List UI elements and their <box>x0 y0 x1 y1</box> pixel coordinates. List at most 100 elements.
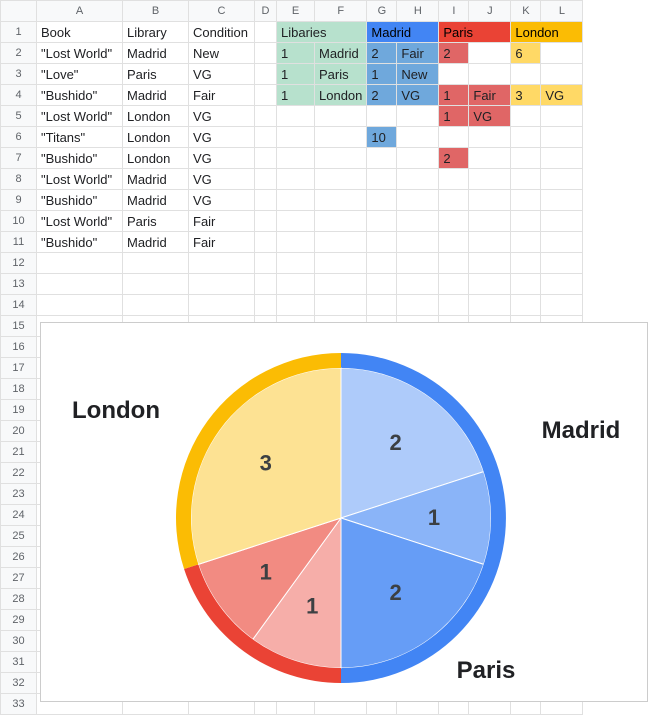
cell-K6[interactable] <box>511 127 541 148</box>
cell-I3[interactable] <box>439 64 469 85</box>
cell-B2[interactable]: Madrid <box>123 43 189 64</box>
cell-L9[interactable] <box>541 190 583 211</box>
cell-L2[interactable] <box>541 43 583 64</box>
cell-F3[interactable]: Paris <box>315 64 367 85</box>
row-header[interactable]: 7 <box>1 148 37 169</box>
row-header[interactable]: 27 <box>1 568 37 589</box>
row-header[interactable]: 2 <box>1 43 37 64</box>
col-header[interactable]: L <box>541 1 583 22</box>
cell-H7[interactable] <box>397 148 439 169</box>
cell-G5[interactable] <box>367 106 397 127</box>
cell-L11[interactable] <box>541 232 583 253</box>
cell-J13[interactable] <box>469 274 511 295</box>
row-header[interactable]: 20 <box>1 421 37 442</box>
col-header[interactable]: E <box>277 1 315 22</box>
cell-G11[interactable] <box>367 232 397 253</box>
cell-J8[interactable] <box>469 169 511 190</box>
cell-B6[interactable]: London <box>123 127 189 148</box>
cell-A13[interactable] <box>37 274 123 295</box>
cell-H12[interactable] <box>397 253 439 274</box>
cell-B1[interactable]: Library <box>123 22 189 43</box>
cell-J7[interactable] <box>469 148 511 169</box>
cell-D9[interactable] <box>255 190 277 211</box>
row-header[interactable]: 8 <box>1 169 37 190</box>
cell-C2[interactable]: New <box>189 43 255 64</box>
row-header[interactable]: 12 <box>1 253 37 274</box>
row-header[interactable]: 9 <box>1 190 37 211</box>
col-header[interactable]: B <box>123 1 189 22</box>
cell-I9[interactable] <box>439 190 469 211</box>
row-header[interactable]: 26 <box>1 547 37 568</box>
cell-I13[interactable] <box>439 274 469 295</box>
cell-F10[interactable] <box>315 211 367 232</box>
cell-L7[interactable] <box>541 148 583 169</box>
cell-C5[interactable]: VG <box>189 106 255 127</box>
cell-G2[interactable]: 2 <box>367 43 397 64</box>
cell-G12[interactable] <box>367 253 397 274</box>
cell-H5[interactable] <box>397 106 439 127</box>
cell-H13[interactable] <box>397 274 439 295</box>
row-header[interactable]: 4 <box>1 85 37 106</box>
cell-I8[interactable] <box>439 169 469 190</box>
cell-B12[interactable] <box>123 253 189 274</box>
row-header[interactable]: 28 <box>1 589 37 610</box>
cell-E11[interactable] <box>277 232 315 253</box>
cell-J14[interactable] <box>469 295 511 316</box>
cell-E4[interactable]: 1 <box>277 85 315 106</box>
cell-L4[interactable]: VG <box>541 85 583 106</box>
cell-L12[interactable] <box>541 253 583 274</box>
cell-A10[interactable]: "Lost World" <box>37 211 123 232</box>
cell-D10[interactable] <box>255 211 277 232</box>
cell-G6[interactable]: 10 <box>367 127 397 148</box>
cell-D2[interactable] <box>255 43 277 64</box>
cell-H8[interactable] <box>397 169 439 190</box>
cell-C13[interactable] <box>189 274 255 295</box>
cell-K9[interactable] <box>511 190 541 211</box>
cell-A4[interactable]: "Bushido" <box>37 85 123 106</box>
col-header[interactable]: J <box>469 1 511 22</box>
cell-D4[interactable] <box>255 85 277 106</box>
cell-A12[interactable] <box>37 253 123 274</box>
cell-A2[interactable]: "Lost World" <box>37 43 123 64</box>
cell-K14[interactable] <box>511 295 541 316</box>
cell-K2[interactable]: 6 <box>511 43 541 64</box>
cell-A6[interactable]: "Titans" <box>37 127 123 148</box>
cell-I14[interactable] <box>439 295 469 316</box>
cell-F4[interactable]: London <box>315 85 367 106</box>
cell-E6[interactable] <box>277 127 315 148</box>
cell-G3[interactable]: 1 <box>367 64 397 85</box>
cell-H4[interactable]: VG <box>397 85 439 106</box>
row-header[interactable]: 13 <box>1 274 37 295</box>
cell-F14[interactable] <box>315 295 367 316</box>
row-header[interactable]: 23 <box>1 484 37 505</box>
cell-A8[interactable]: "Lost World" <box>37 169 123 190</box>
cell-C8[interactable]: VG <box>189 169 255 190</box>
cell-H2[interactable]: Fair <box>397 43 439 64</box>
cell-D13[interactable] <box>255 274 277 295</box>
cell-B11[interactable]: Madrid <box>123 232 189 253</box>
cell-J5[interactable]: VG <box>469 106 511 127</box>
cell-D6[interactable] <box>255 127 277 148</box>
cell-E7[interactable] <box>277 148 315 169</box>
cell-I10[interactable] <box>439 211 469 232</box>
cell-C4[interactable]: Fair <box>189 85 255 106</box>
cell-J9[interactable] <box>469 190 511 211</box>
row-header[interactable]: 11 <box>1 232 37 253</box>
cell-E8[interactable] <box>277 169 315 190</box>
col-header[interactable]: I <box>439 1 469 22</box>
col-header[interactable]: A <box>37 1 123 22</box>
cell-L3[interactable] <box>541 64 583 85</box>
cell-K11[interactable] <box>511 232 541 253</box>
cell-B14[interactable] <box>123 295 189 316</box>
cell-H10[interactable] <box>397 211 439 232</box>
cell-G14[interactable] <box>367 295 397 316</box>
cell-G10[interactable] <box>367 211 397 232</box>
row-header[interactable]: 17 <box>1 358 37 379</box>
cell-D3[interactable] <box>255 64 277 85</box>
cell-F12[interactable] <box>315 253 367 274</box>
cell-B5[interactable]: London <box>123 106 189 127</box>
cell-K10[interactable] <box>511 211 541 232</box>
row-header[interactable]: 30 <box>1 631 37 652</box>
cell-J6[interactable] <box>469 127 511 148</box>
cell-F8[interactable] <box>315 169 367 190</box>
